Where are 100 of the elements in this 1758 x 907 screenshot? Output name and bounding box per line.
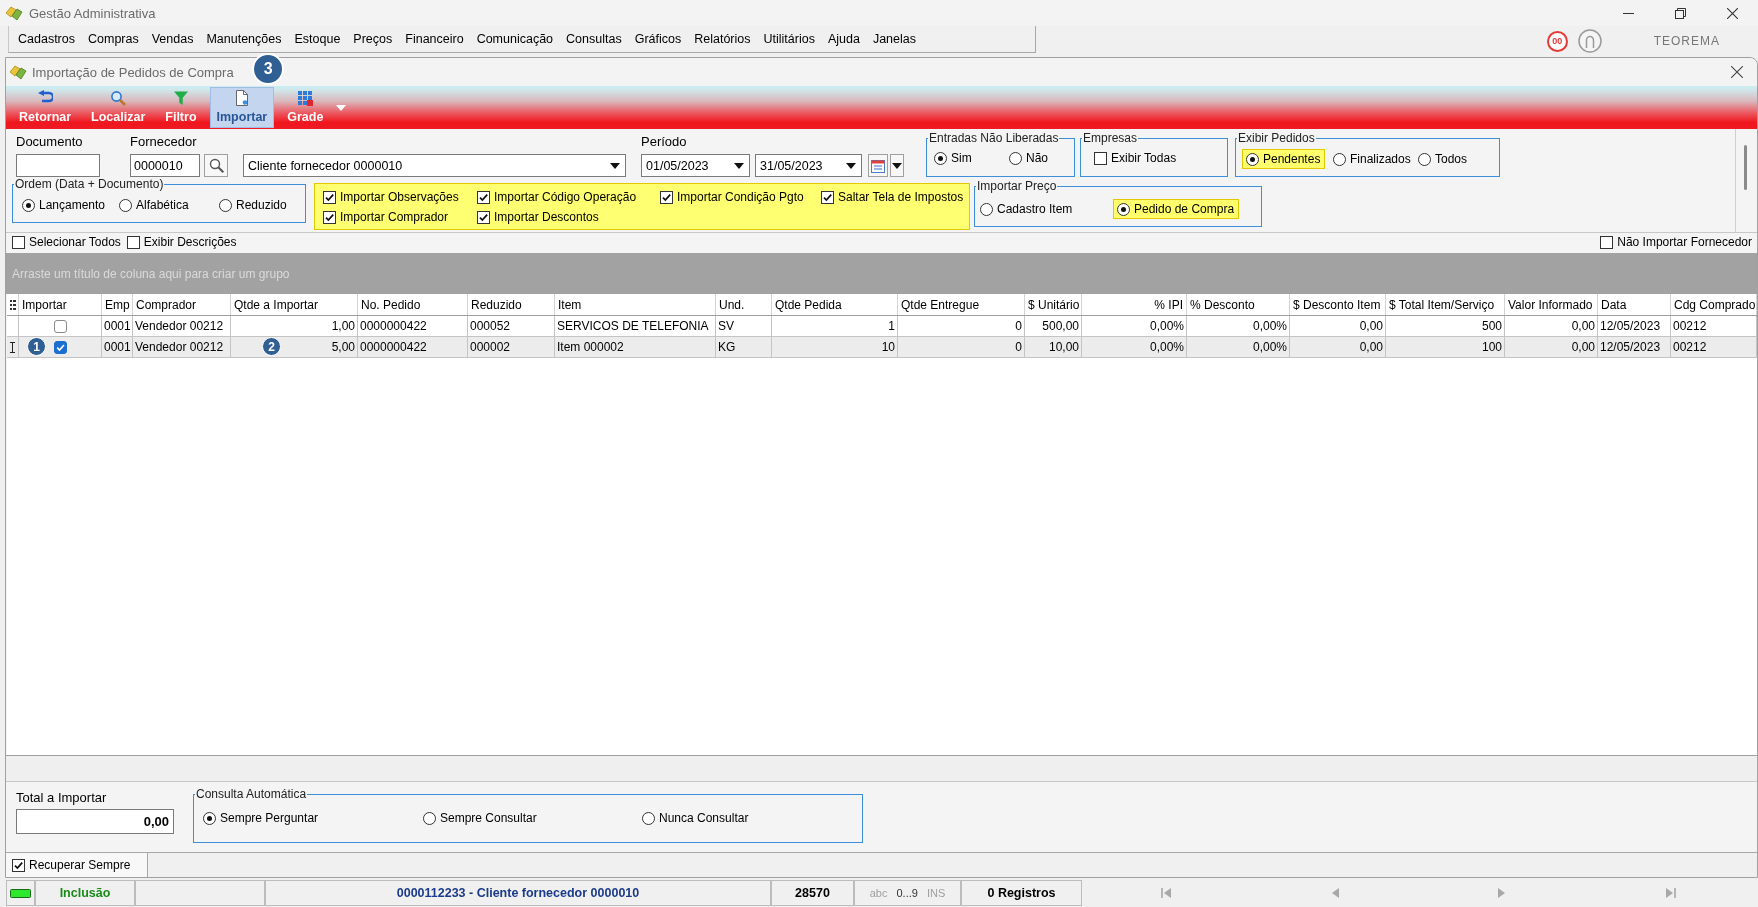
table-cell: Vendedor 00212 xyxy=(133,316,231,336)
checkbox[interactable] xyxy=(53,340,67,354)
radio-button[interactable] xyxy=(1246,152,1259,166)
toolbar-button[interactable]: Grade xyxy=(280,87,331,128)
column-header[interactable]: Qtde Entregue xyxy=(898,294,1025,315)
supplier-dropdown[interactable]: Cliente fornecedor 0000010 xyxy=(243,154,626,177)
column-header[interactable]: No. Pedido xyxy=(358,294,468,315)
radio-button[interactable] xyxy=(423,811,436,825)
mode-status: Inclusão xyxy=(35,880,135,906)
radio-button[interactable] xyxy=(1117,202,1130,216)
document-field[interactable] xyxy=(16,154,100,177)
toolbar-button[interactable]: Retornar xyxy=(12,87,79,128)
menu-item[interactable]: Estoque xyxy=(294,32,341,46)
supplier-code-field[interactable]: 0000010 xyxy=(130,154,200,177)
end-date-dropdown[interactable]: 31/05/2023 xyxy=(755,154,862,177)
window-title: Importação de Pedidos de Compra xyxy=(32,64,234,80)
checkbox[interactable] xyxy=(1600,235,1614,249)
column-header[interactable]: $ Desconto Item xyxy=(1290,294,1386,315)
restore-icon[interactable] xyxy=(1674,7,1686,19)
table-cell: 000002 xyxy=(468,337,555,357)
column-header[interactable]: % Desconto xyxy=(1187,294,1290,315)
column-header[interactable]: Item xyxy=(555,294,716,315)
column-header[interactable]: Cdg Comprado xyxy=(1671,294,1757,315)
checkbox[interactable] xyxy=(1094,151,1107,165)
radio-label: Não xyxy=(1026,150,1048,166)
toolbar-button[interactable]: Importar xyxy=(209,87,275,128)
radio-button[interactable] xyxy=(1418,152,1431,166)
column-header[interactable]: Importar xyxy=(19,294,102,315)
column-header[interactable]: Valor Informado xyxy=(1505,294,1598,315)
table-cell: 0 xyxy=(898,316,1025,336)
close-icon[interactable] xyxy=(1731,66,1743,78)
menu-item[interactable]: Preços xyxy=(353,32,393,46)
calendar-button[interactable] xyxy=(868,154,888,177)
group-title: Empresas xyxy=(1082,131,1139,145)
keyboard-indicator: INS xyxy=(926,887,946,899)
checkbox[interactable] xyxy=(323,190,336,204)
radio-button[interactable] xyxy=(934,151,947,165)
toolbar-button[interactable]: Filtro xyxy=(158,87,204,128)
column-header[interactable]: % IPI xyxy=(1082,294,1187,315)
total-field[interactable]: 0,00 xyxy=(16,809,174,834)
radio-button[interactable] xyxy=(1009,151,1022,165)
radio-button[interactable] xyxy=(219,198,232,212)
start-date-dropdown[interactable]: 01/05/2023 xyxy=(641,154,750,177)
column-header[interactable]: Und. xyxy=(716,294,772,315)
checkbox[interactable] xyxy=(12,235,25,249)
search-button[interactable] xyxy=(204,154,228,177)
user-avatar-icon[interactable] xyxy=(1577,29,1602,53)
radio-label: Alfabética xyxy=(136,197,189,213)
column-header[interactable]: $ Total Item/Serviço xyxy=(1386,294,1505,315)
radio-button[interactable] xyxy=(642,811,655,825)
table-cell: 0,00% xyxy=(1082,337,1187,357)
radio-label: Sempre Consultar xyxy=(440,810,537,826)
dropdown-button[interactable] xyxy=(890,154,904,177)
menu-item[interactable]: Relatórios xyxy=(694,32,751,46)
column-header[interactable]: Qtde a Importar xyxy=(231,294,358,315)
checkbox[interactable] xyxy=(12,858,25,872)
close-icon[interactable] xyxy=(1726,7,1738,19)
radio-button[interactable] xyxy=(980,202,993,216)
table-cell: 0001 xyxy=(102,316,133,336)
table-cell: KG xyxy=(716,337,772,357)
radio-button[interactable] xyxy=(119,198,132,212)
menu-item[interactable]: Ajuda xyxy=(827,32,860,46)
checkbox[interactable] xyxy=(660,190,673,204)
menu-item[interactable]: Financeiro xyxy=(405,32,464,46)
radio-label: Todos xyxy=(1435,151,1468,167)
radio-button[interactable] xyxy=(22,198,35,212)
checkbox[interactable] xyxy=(53,319,67,333)
table-cell: 0,00% xyxy=(1187,337,1290,357)
menu-item[interactable]: Gráficos xyxy=(634,32,682,46)
column-header[interactable]: Qtde Pedida xyxy=(772,294,898,315)
minimize-icon[interactable] xyxy=(1622,12,1634,14)
menu-item[interactable]: Janelas xyxy=(872,32,916,46)
checkbox-label: Exibir Todas xyxy=(1111,150,1177,166)
table-cell: 5,00 xyxy=(331,340,355,354)
group-title: Entradas Não Liberadas xyxy=(928,131,1060,145)
column-header[interactable]: $ Unitário xyxy=(1025,294,1082,315)
brand-text: TEOREMA xyxy=(1653,34,1720,48)
checkbox[interactable] xyxy=(477,190,490,204)
notification-badge[interactable]: 00 xyxy=(1546,30,1568,52)
checkbox[interactable] xyxy=(821,190,834,204)
menu-item[interactable]: Utilitários xyxy=(763,32,815,46)
dotted-list-icon[interactable] xyxy=(9,299,16,310)
radio-button[interactable] xyxy=(203,811,216,825)
column-header[interactable]: Reduzido xyxy=(468,294,555,315)
column-header[interactable]: Data xyxy=(1598,294,1671,315)
column-header[interactable]: Emp xyxy=(102,294,133,315)
table-row[interactable]: 1 0001 Vendedor 00212 2 5,00 0000000422 000002 Item 000002 KG 10 0 10,00 0,00% 0,00% 0,00 100 0,00 12/05/2023 00212 xyxy=(7,337,1757,358)
menu-item[interactable]: Comunicação xyxy=(476,32,554,46)
toolbar-button[interactable]: Localizar xyxy=(84,87,153,128)
menu-item[interactable]: Cadastros xyxy=(18,32,75,46)
menu-item[interactable]: Manutenções xyxy=(206,32,282,46)
radio-button[interactable] xyxy=(1333,152,1346,166)
menu-item[interactable]: Consultas xyxy=(566,32,622,46)
grid-icon xyxy=(297,90,314,106)
menu-item[interactable]: Compras xyxy=(88,32,139,46)
column-header[interactable]: Comprador xyxy=(133,294,231,315)
checkbox[interactable] xyxy=(126,235,140,249)
checkbox[interactable] xyxy=(323,210,336,224)
menu-item[interactable]: Vendas xyxy=(151,32,194,46)
checkbox[interactable] xyxy=(477,210,490,224)
